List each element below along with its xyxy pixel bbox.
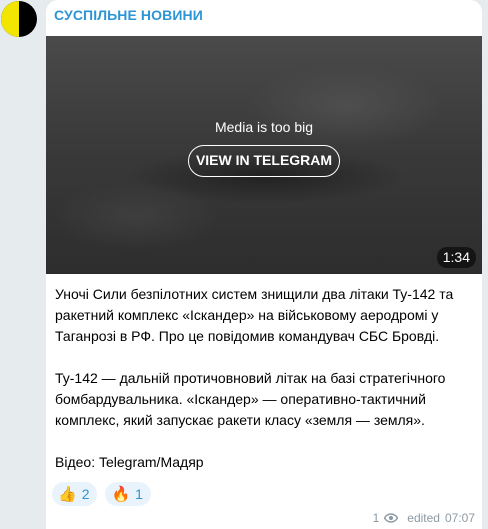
reactions-bar: 👍 2 🔥 1: [52, 482, 151, 506]
thumbs-up-icon: 👍: [58, 485, 77, 503]
channel-avatar[interactable]: [1, 1, 37, 37]
avatar-yellow-half: [1, 1, 19, 37]
channel-name[interactable]: СУСПІЛЬНЕ НОВИНИ: [54, 7, 203, 23]
message-paragraph-2: Ту-142 — дальній протичовновий літак на …: [55, 370, 446, 428]
message-paragraph-3: Відео: Telegram/Мадяр: [55, 454, 204, 470]
message-bubble: СУСПІЛЬНЕ НОВИНИ Media is too big VIEW I…: [46, 0, 482, 529]
video-preview[interactable]: Media is too big VIEW IN TELEGRAM 1:34: [46, 36, 482, 274]
fire-icon: 🔥: [111, 485, 131, 503]
message-paragraph-1: Уночі Сили безпілотних систем знищили дв…: [55, 286, 454, 344]
reaction-count: 1: [135, 486, 143, 502]
view-count: 1: [372, 511, 380, 525]
reaction-fire[interactable]: 🔥 1: [105, 482, 151, 506]
message-meta: 1 edited 07:07: [373, 511, 475, 525]
message-time: 07:07: [444, 511, 475, 525]
media-too-big-note: Media is too big: [214, 119, 314, 135]
eye-icon: [384, 513, 399, 523]
video-duration: 1:34: [436, 247, 476, 268]
edited-label: edited: [407, 511, 440, 525]
reaction-thumbs-up[interactable]: 👍 2: [52, 482, 98, 506]
reaction-count: 2: [81, 486, 90, 502]
view-in-telegram-button[interactable]: VIEW IN TELEGRAM: [188, 145, 340, 177]
